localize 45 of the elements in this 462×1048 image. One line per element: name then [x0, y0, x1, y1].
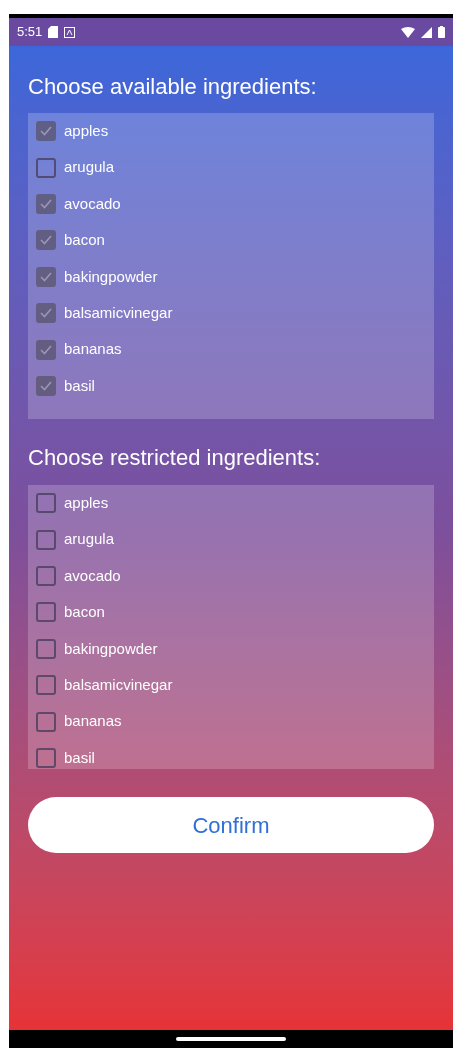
checkbox[interactable] [36, 230, 56, 251]
ingredient-label: bacon [64, 602, 105, 623]
ingredient-label: arugula [64, 529, 115, 550]
checkbox[interactable] [36, 157, 56, 178]
section-title: Choose restricted ingredients: [28, 444, 322, 472]
confirm-button[interactable]: Confirm [28, 797, 434, 853]
checkbox[interactable] [36, 303, 56, 324]
checkbox[interactable] [36, 565, 56, 586]
checkbox[interactable] [36, 493, 56, 514]
ingredient-label: basil [64, 747, 95, 768]
section-title: Choose available ingredients: [28, 73, 318, 101]
signal-icon [421, 26, 432, 38]
ingredient-label: bananas [64, 339, 122, 360]
checkbox[interactable] [36, 747, 56, 768]
wifi-icon [401, 26, 415, 38]
ingredient-label: basil [64, 375, 95, 396]
ingredient-label: balsamicvinegar [64, 302, 173, 323]
checkbox[interactable] [36, 675, 56, 696]
checkbox[interactable] [36, 193, 56, 214]
check-icon [39, 233, 53, 248]
ingredient-label: apples [64, 492, 109, 513]
checkbox[interactable] [36, 529, 56, 550]
sd-card-icon [48, 26, 59, 38]
home-indicator[interactable] [176, 1037, 286, 1041]
ingredient-label: bananas [64, 711, 122, 732]
checkbox[interactable] [36, 602, 56, 623]
ingredient-label: avocado [64, 193, 121, 214]
checkbox[interactable] [36, 266, 56, 287]
ingredient-label: arugula [64, 157, 115, 178]
checkbox[interactable] [36, 711, 56, 732]
checkbox[interactable] [36, 339, 56, 360]
checkbox[interactable] [36, 375, 56, 396]
check-icon [39, 306, 53, 321]
notification-icon [64, 26, 76, 38]
status-time: 5:51 [17, 23, 43, 42]
ingredient-label: balsamicvinegar [64, 674, 173, 695]
check-icon [39, 124, 53, 139]
battery-icon [438, 26, 445, 38]
ingredient-label: bakingpowder [64, 638, 158, 659]
ingredient-label: apples [64, 120, 109, 141]
ingredient-label: bacon [64, 230, 105, 251]
checkbox[interactable] [36, 121, 56, 142]
ingredient-label: avocado [64, 565, 121, 586]
checkbox[interactable] [36, 638, 56, 659]
ingredient-label: bakingpowder [64, 266, 158, 287]
